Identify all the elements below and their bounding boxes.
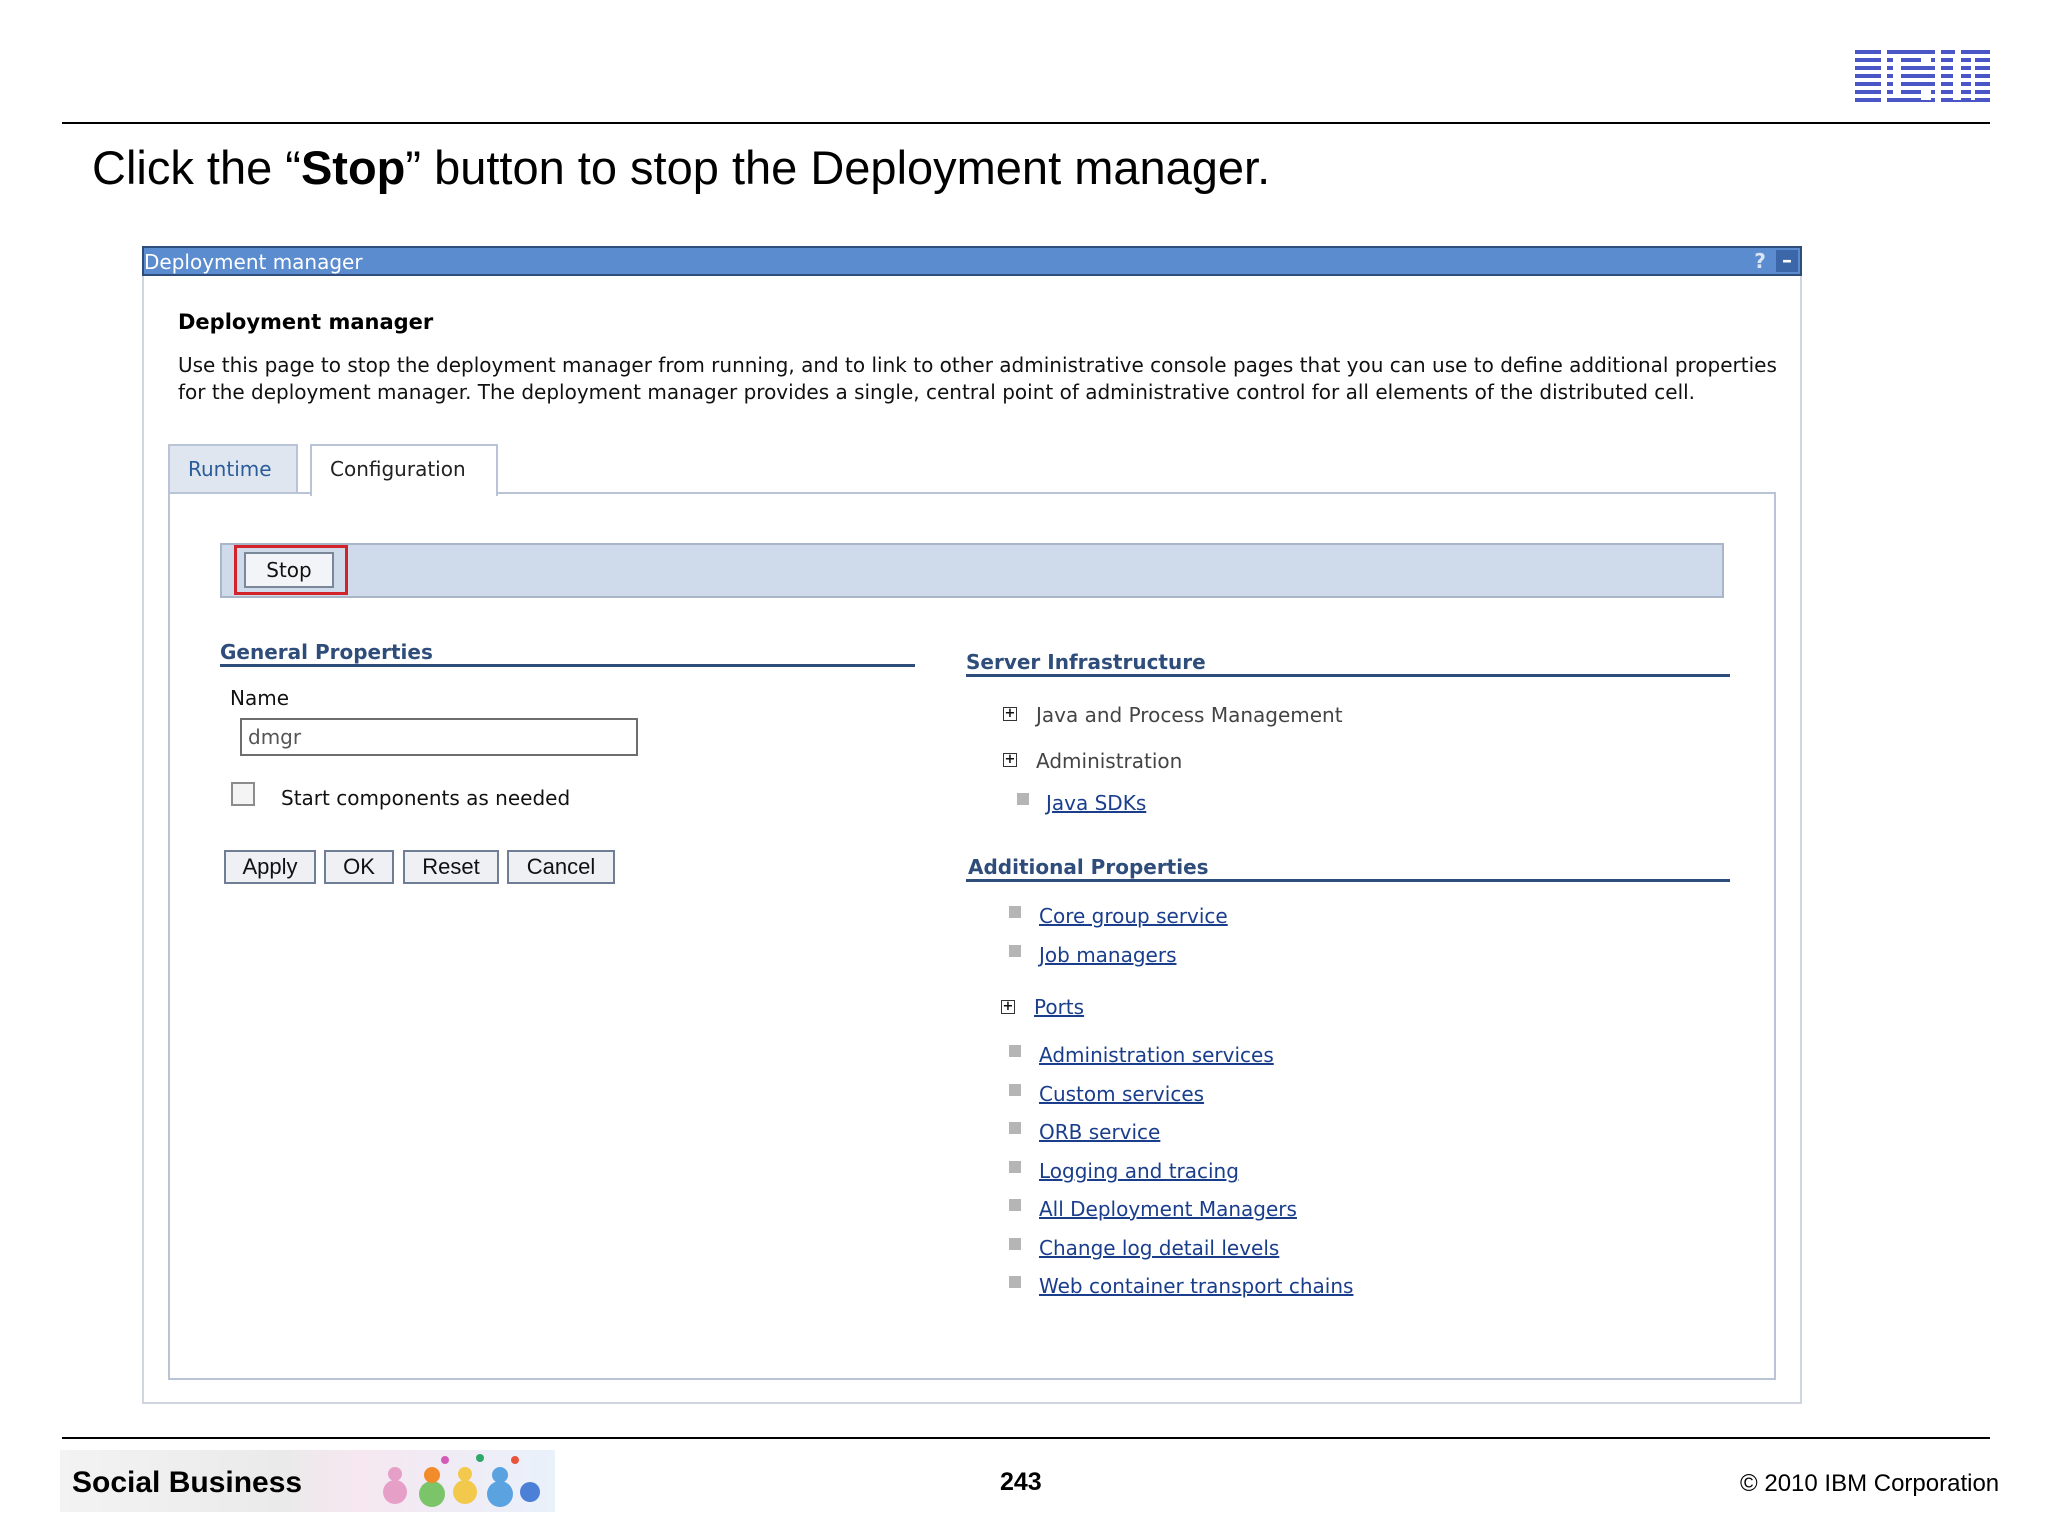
start-components-label: Start components as needed <box>281 786 571 810</box>
panel-title: Deployment manager <box>144 250 363 274</box>
change-log-detail-levels-link[interactable]: Change log detail levels <box>1039 1236 1279 1260</box>
administration-services-link[interactable]: Administration services <box>1039 1043 1274 1067</box>
all-deployment-managers-link[interactable]: All Deployment Managers <box>1039 1197 1297 1221</box>
bullet-icon <box>1009 1199 1021 1211</box>
apply-button[interactable]: Apply <box>224 850 316 884</box>
core-group-service-link[interactable]: Core group service <box>1039 904 1228 928</box>
administration-item[interactable]: Administration <box>1036 749 1182 773</box>
bullet-icon <box>1009 1161 1021 1173</box>
java-sdks-link[interactable]: Java SDKs <box>1046 791 1146 815</box>
java-process-management-item[interactable]: Java and Process Management <box>1036 703 1343 727</box>
slide-instruction: Click the “Stop” button to stop the Depl… <box>92 141 1271 194</box>
logging-and-tracing-link[interactable]: Logging and tracing <box>1039 1159 1239 1183</box>
bullet-icon <box>1009 1276 1021 1288</box>
expand-icon[interactable]: + <box>1001 1000 1015 1014</box>
minimize-button[interactable]: – <box>1776 250 1798 272</box>
header-rule <box>62 122 1990 124</box>
additional-properties-heading: Additional Properties <box>968 855 1209 879</box>
web-container-transport-chains-link[interactable]: Web container transport chains <box>1039 1274 1353 1298</box>
expand-icon[interactable]: + <box>1003 753 1017 767</box>
additional-properties-rule <box>966 879 1730 882</box>
cancel-button[interactable]: Cancel <box>507 850 615 884</box>
server-infrastructure-rule <box>966 674 1730 677</box>
job-managers-link[interactable]: Job managers <box>1039 943 1177 967</box>
bullet-icon <box>1009 945 1021 957</box>
start-components-checkbox[interactable] <box>231 782 255 806</box>
bullet-icon <box>1009 1084 1021 1096</box>
ports-link[interactable]: Ports <box>1034 995 1084 1019</box>
action-bar <box>220 543 1724 598</box>
bullet-icon <box>1017 793 1029 805</box>
page-heading: Deployment manager <box>178 310 434 334</box>
bullet-icon <box>1009 1122 1021 1134</box>
page-description: Use this page to stop the deployment man… <box>178 353 1777 404</box>
tab-content <box>168 492 1776 1380</box>
panel-titlebar <box>142 246 1802 276</box>
name-field[interactable] <box>240 718 638 756</box>
general-properties-rule <box>220 664 915 667</box>
footer-brand: Social Business <box>72 1466 303 1499</box>
ok-button[interactable]: OK <box>324 850 394 884</box>
help-button[interactable]: ? <box>1750 250 1770 272</box>
orb-service-link[interactable]: ORB service <box>1039 1120 1160 1144</box>
general-properties-heading: General Properties <box>220 640 433 664</box>
footer-rule <box>62 1437 1990 1439</box>
page-number: 243 <box>1000 1468 1042 1496</box>
ibm-logo <box>1855 50 1990 106</box>
custom-services-link[interactable]: Custom services <box>1039 1082 1204 1106</box>
bullet-icon <box>1009 1238 1021 1250</box>
tab-runtime[interactable]: Runtime <box>168 444 298 494</box>
reset-button[interactable]: Reset <box>403 850 499 884</box>
stop-button[interactable]: Stop <box>244 552 334 588</box>
server-infrastructure-heading: Server Infrastructure <box>966 650 1206 674</box>
expand-icon[interactable]: + <box>1003 707 1017 721</box>
bullet-icon <box>1009 1045 1021 1057</box>
copyright: © 2010 IBM Corporation <box>1740 1470 2000 1497</box>
tab-configuration[interactable]: Configuration <box>310 444 498 496</box>
name-label: Name <box>230 686 290 710</box>
bullet-icon <box>1009 906 1021 918</box>
